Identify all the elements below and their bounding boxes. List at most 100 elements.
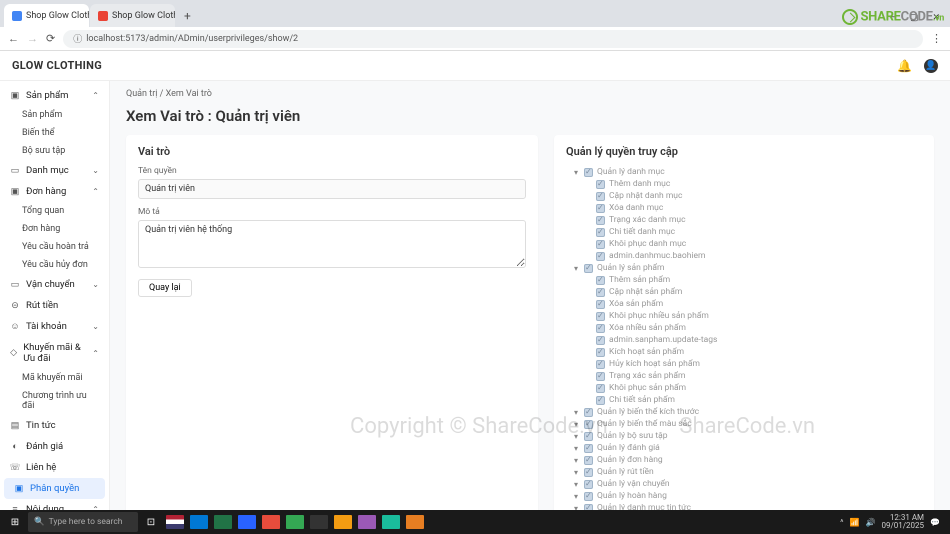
permission-item[interactable]: Cập nhật sản phẩm xyxy=(566,286,922,298)
sidebar-item-categories[interactable]: ▭Danh mục⌄ xyxy=(0,160,109,181)
permission-item[interactable]: ▾Quản lý sản phẩm xyxy=(566,262,922,274)
notification-center-icon[interactable]: 💬 xyxy=(930,518,940,527)
sidebar-item-products[interactable]: ▣Sản phẩm⌃ xyxy=(0,85,109,106)
sidebar-sub-returns[interactable]: Yêu cầu hoàn trả xyxy=(0,238,109,256)
tray-volume-icon[interactable]: 🔊 xyxy=(865,518,875,527)
taskbar-search[interactable]: 🔍Type here to search xyxy=(28,512,138,532)
permission-item[interactable]: ▾Quản lý vận chuyển xyxy=(566,478,922,490)
permission-item[interactable]: ▾Quản lý đánh giá xyxy=(566,442,922,454)
sidebar-item-content[interactable]: ≡Nội dung⌃ xyxy=(0,499,109,510)
permission-item[interactable]: Khôi phục danh mục xyxy=(566,238,922,250)
start-button[interactable]: ⊞ xyxy=(4,511,26,533)
checkbox[interactable] xyxy=(596,204,605,213)
sidebar-sub-cancel[interactable]: Yêu cầu hủy đơn xyxy=(0,256,109,274)
permission-item[interactable]: Chi tiết danh mục xyxy=(566,226,922,238)
permission-item[interactable]: Khôi phục nhiều sản phẩm xyxy=(566,310,922,322)
permission-item[interactable]: Trạng xác sản phẩm xyxy=(566,370,922,382)
checkbox[interactable] xyxy=(584,444,593,453)
sidebar-sub-overview[interactable]: Tổng quan xyxy=(0,202,109,220)
breadcrumb[interactable]: Quản trị / Xem Vai trò xyxy=(126,89,934,99)
permission-item[interactable]: Xóa nhiều sản phẩm xyxy=(566,322,922,334)
permission-item[interactable]: Cập nhật danh mục xyxy=(566,190,922,202)
taskbar-app[interactable] xyxy=(404,511,426,533)
checkbox[interactable] xyxy=(596,384,605,393)
brand-logo[interactable]: GLOW CLOTHING xyxy=(12,59,102,72)
checkbox[interactable] xyxy=(584,420,593,429)
new-tab-button[interactable]: + xyxy=(176,5,199,27)
sidebar-item-accounts[interactable]: ☺Tài khoản⌄ xyxy=(0,316,109,337)
task-view-icon[interactable]: ⊡ xyxy=(140,511,162,533)
nav-reload-icon[interactable]: ⟳ xyxy=(46,32,55,45)
permission-item[interactable]: ▾Quản lý bộ sưu tập xyxy=(566,430,922,442)
taskbar-app[interactable] xyxy=(236,511,258,533)
checkbox[interactable] xyxy=(596,192,605,201)
notifications-icon[interactable]: 🔔 xyxy=(897,59,912,73)
role-desc-textarea[interactable] xyxy=(138,220,526,268)
browser-menu-icon[interactable]: ⋮ xyxy=(931,32,942,45)
url-input[interactable]: ⓘ localhost:5173/admin/ADmin/userprivile… xyxy=(63,30,923,48)
browser-tab[interactable]: Shop Glow Clothing × xyxy=(90,4,175,27)
sidebar-sub-deals[interactable]: Chương trình ưu đãi xyxy=(0,387,109,415)
role-name-input[interactable] xyxy=(138,179,526,199)
permission-item[interactable]: Hủy kích hoạt sản phẩm xyxy=(566,358,922,370)
permission-item[interactable]: Xóa sản phẩm xyxy=(566,298,922,310)
permission-item[interactable]: admin.sanpham.update-tags xyxy=(566,334,922,346)
sidebar-sub-coupons[interactable]: Mã khuyến mãi xyxy=(0,369,109,387)
checkbox[interactable] xyxy=(584,468,593,477)
checkbox[interactable] xyxy=(596,336,605,345)
checkbox[interactable] xyxy=(596,228,605,237)
checkbox[interactable] xyxy=(584,456,593,465)
checkbox[interactable] xyxy=(584,408,593,417)
sidebar-item-contact[interactable]: ☏Liên hệ xyxy=(0,457,109,478)
permission-item[interactable]: ▾Quản lý biến thể màu sắc xyxy=(566,418,922,430)
sidebar-sub-orders[interactable]: Đơn hàng xyxy=(0,220,109,238)
permission-item[interactable]: ▾Quản lý danh mục tin tức xyxy=(566,502,922,510)
tray-network-icon[interactable]: 📶 xyxy=(850,518,860,527)
checkbox[interactable] xyxy=(584,168,593,177)
back-button[interactable]: Quay lại xyxy=(138,279,192,297)
nav-back-icon[interactable]: ← xyxy=(8,32,19,45)
permission-item[interactable]: Khôi phục sản phẩm xyxy=(566,382,922,394)
sidebar-item-permissions[interactable]: ▣Phân quyền xyxy=(4,478,105,499)
tray-chevron-icon[interactable]: ^ xyxy=(840,518,843,527)
sidebar-item-promotions[interactable]: ◇Khuyến mãi & Ưu đãi⌃ xyxy=(0,337,109,369)
sidebar-sub-variants[interactable]: Biến thể xyxy=(0,124,109,142)
permission-item[interactable]: Thêm danh mục xyxy=(566,178,922,190)
checkbox[interactable] xyxy=(584,264,593,273)
user-avatar-icon[interactable]: 👤 xyxy=(924,59,938,73)
permission-item[interactable]: Thêm sản phẩm xyxy=(566,274,922,286)
checkbox[interactable] xyxy=(584,432,593,441)
permission-item[interactable]: ▾Quản lý hoàn hàng xyxy=(566,490,922,502)
checkbox[interactable] xyxy=(584,492,593,501)
checkbox[interactable] xyxy=(596,240,605,249)
sidebar-item-orders[interactable]: ▣Đơn hàng⌃ xyxy=(0,181,109,202)
sidebar-sub-collections[interactable]: Bộ sưu tập xyxy=(0,142,109,160)
permission-item[interactable]: ▾Quản lý danh mục xyxy=(566,166,922,178)
checkbox[interactable] xyxy=(596,276,605,285)
checkbox[interactable] xyxy=(596,396,605,405)
checkbox[interactable] xyxy=(596,372,605,381)
permission-item[interactable]: Xóa danh mục xyxy=(566,202,922,214)
permission-item[interactable]: Kích hoạt sản phẩm xyxy=(566,346,922,358)
taskbar-app[interactable] xyxy=(356,511,378,533)
checkbox[interactable] xyxy=(596,348,605,357)
taskbar-clock[interactable]: 12:31 AM 09/01/2025 xyxy=(881,514,924,530)
taskbar-app[interactable] xyxy=(164,511,186,533)
checkbox[interactable] xyxy=(596,288,605,297)
checkbox[interactable] xyxy=(596,252,605,261)
sidebar-sub-products[interactable]: Sản phẩm xyxy=(0,106,109,124)
permission-item[interactable]: ▾Quản lý rút tiền xyxy=(566,466,922,478)
browser-tab-active[interactable]: Shop Glow Clothing × xyxy=(4,4,89,27)
taskbar-app[interactable] xyxy=(260,511,282,533)
permission-item[interactable]: ▾Quản lý biến thể kích thước xyxy=(566,406,922,418)
checkbox[interactable] xyxy=(596,312,605,321)
taskbar-app[interactable] xyxy=(308,511,330,533)
checkbox[interactable] xyxy=(584,480,593,489)
permission-item[interactable]: admin.danhmuc.baohiem xyxy=(566,250,922,262)
checkbox[interactable] xyxy=(596,180,605,189)
checkbox[interactable] xyxy=(596,216,605,225)
permission-item[interactable]: Chi tiết sản phẩm xyxy=(566,394,922,406)
taskbar-app[interactable] xyxy=(212,511,234,533)
checkbox[interactable] xyxy=(596,324,605,333)
sidebar-item-reviews[interactable]: ◐Đánh giá xyxy=(0,436,109,457)
